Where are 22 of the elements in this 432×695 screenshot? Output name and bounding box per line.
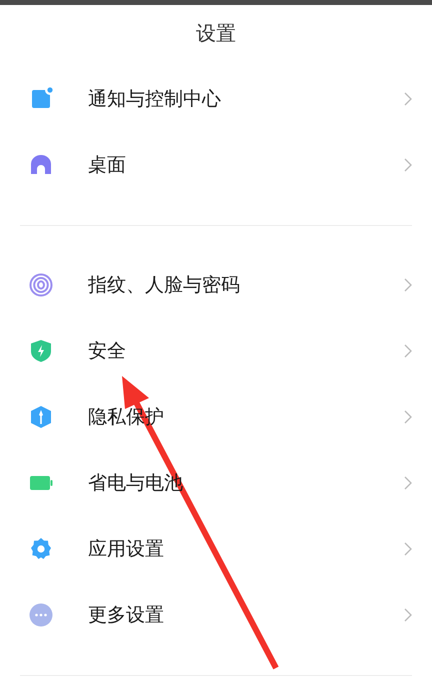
settings-item[interactable]: 通知与控制中心 bbox=[0, 66, 432, 132]
settings-icon bbox=[29, 537, 53, 561]
settings-item[interactable]: 安全 bbox=[0, 318, 432, 384]
privacy-icon bbox=[29, 405, 53, 429]
fingerprint-icon bbox=[29, 273, 53, 297]
chevron-icon bbox=[404, 92, 412, 106]
chevron-icon bbox=[404, 344, 412, 358]
home-icon bbox=[29, 153, 53, 177]
settings-item[interactable]: 更多设置 bbox=[0, 582, 432, 648]
settings-item[interactable]: 桌面 bbox=[0, 132, 432, 198]
chevron-icon bbox=[404, 476, 412, 490]
chevron-icon bbox=[404, 608, 412, 622]
notification-icon bbox=[29, 87, 53, 111]
settings-item[interactable]: 指纹、人脸与密码 bbox=[0, 252, 432, 318]
chevron-icon bbox=[404, 158, 412, 172]
shield-icon bbox=[29, 339, 53, 363]
settings-item[interactable]: 应用设置 bbox=[0, 516, 432, 582]
chevron-icon bbox=[404, 410, 412, 424]
more-icon bbox=[29, 603, 53, 627]
chevron-icon bbox=[404, 278, 412, 292]
page-title: 设置 bbox=[195, 20, 237, 47]
chevron-icon bbox=[404, 542, 412, 556]
